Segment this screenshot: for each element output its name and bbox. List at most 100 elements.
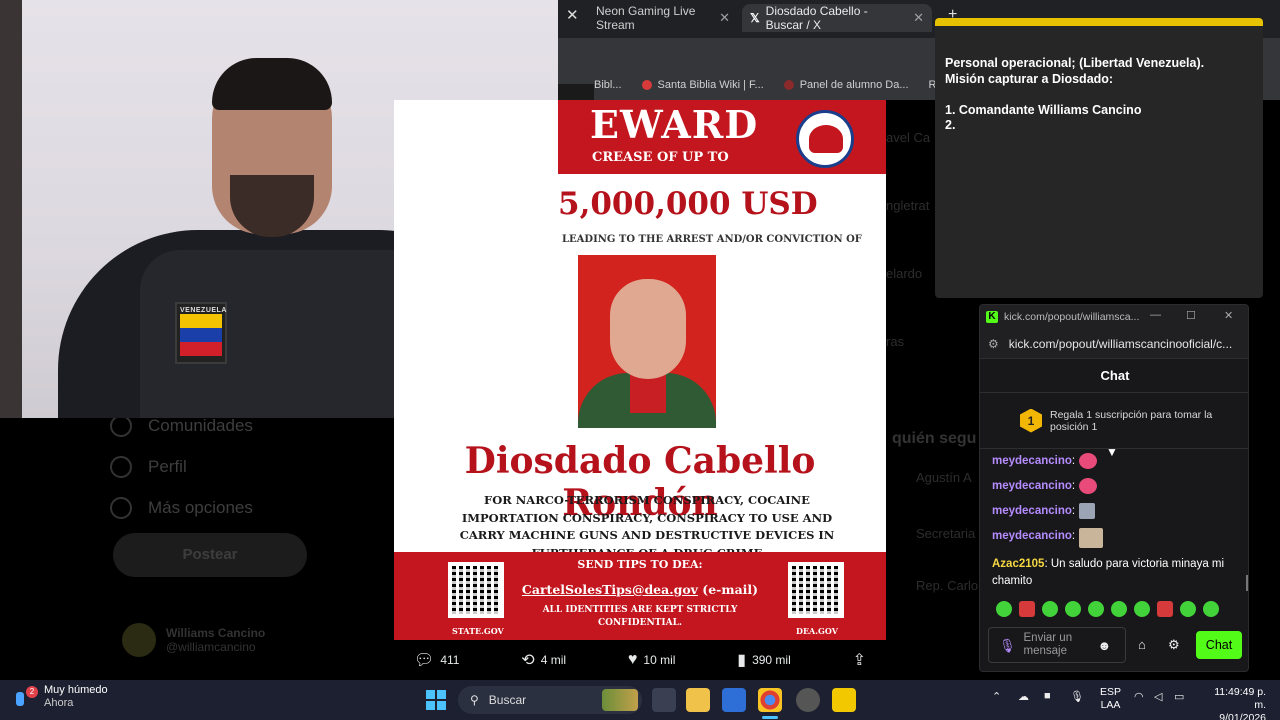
emote-icon [1079,478,1098,494]
file-explorer-icon[interactable] [686,688,710,712]
emote-icon[interactable] [1157,601,1173,617]
emote-icon[interactable] [996,601,1012,617]
search-label: Buscar [488,693,527,707]
chat-messages: meydecancino: meydecancino: meydecancino… [992,453,1242,598]
chat-input-placeholder: Enviar un mensaje [1023,632,1073,657]
repost-button[interactable]: ⟲ 4 mil [521,650,566,670]
bookmark-item[interactable]: Bibl... [594,79,622,91]
microphone-icon[interactable]: 🎙︎ [999,639,1016,652]
chrome-icon[interactable] [758,688,782,712]
start-button[interactable] [426,690,446,710]
share-button[interactable]: ⇪ [853,650,866,670]
chat-message: meydecancino: [992,503,1242,520]
nav-item-profile[interactable]: Perfil [110,446,370,487]
gear-icon[interactable]: ⚙ [1168,637,1180,653]
follow-suggestion[interactable]: Rep. Carlo [916,578,978,593]
search-highlight-image [602,689,638,711]
close-icon[interactable]: ✕ [1224,309,1233,322]
emoji-icon[interactable]: ☻ [1098,639,1112,652]
dea-seal-icon [796,110,854,168]
reward-poster-image[interactable]: EWARD CREASE OF UP TO 5,000,000 USD LEAD… [394,100,886,640]
bookmark-item[interactable]: Panel de alumno Da... [783,79,909,91]
tab-close-icon[interactable]: ✕ [719,10,730,26]
qr-label-left: STATE.GOV [452,626,504,636]
wifi-icon[interactable]: ◠ [1134,690,1144,703]
cloud-icon[interactable]: ☁ [1018,690,1029,703]
sticky-note-text[interactable]: Personal operacional; (Libertad Venezuel… [945,56,1255,134]
emote-icon[interactable] [1065,601,1081,617]
right-item: ras [886,334,905,349]
tab-close-icon[interactable]: ✕ [913,10,924,26]
like-button[interactable]: ♥ 10 mil [628,651,676,669]
nav-item-more[interactable]: Más opciones [110,487,370,528]
weather-sub: Ahora [44,697,74,709]
site-settings-icon[interactable]: ⚙ [988,337,999,351]
emote-icon[interactable] [1111,601,1127,617]
emote-icon [1079,453,1098,469]
taskbar-search[interactable]: ⚲ Buscar [458,686,642,714]
suspect-photo [578,255,716,428]
language-indicator[interactable]: ESP LAA [1100,686,1121,712]
views-button[interactable]: ▮ 390 mil [737,650,791,670]
send-chat-button[interactable]: Chat [1196,631,1242,659]
emote-icon[interactable] [1203,601,1219,617]
repost-count: 4 mil [540,653,567,667]
tab-diosdado-x[interactable]: 𝕏 Diosdado Cabello - Buscar / X ✕ [742,4,932,32]
profile-name: Williams Cancino [166,626,266,640]
more-icon [110,496,132,519]
chat-username[interactable]: meydecancino [992,478,1072,495]
clock[interactable]: 11:49:49 p. m. 9/01/2026 [1204,686,1266,720]
battery-icon[interactable]: ▭ [1174,690,1184,703]
task-view-icon[interactable] [652,688,676,712]
emote-icon[interactable] [1042,601,1058,617]
chat-username[interactable]: meydecancino [992,528,1072,545]
bookmark-item[interactable]: Santa Biblia Wiki | F... [641,79,764,91]
tips-email-suffix: (e-mail) [702,582,759,597]
maximize-icon[interactable]: ☐ [1186,309,1196,322]
obs-icon[interactable] [796,688,820,712]
reply-button[interactable]: 💬︎ 411 [414,650,459,670]
lang-layout: LAA [1100,699,1121,711]
poster-reward-title: EWARD [590,102,759,147]
speaker-icon[interactable]: ◁ [1154,690,1162,703]
weather-widget[interactable]: 2 Muy húmedo Ahora [16,684,108,710]
clock-date: 9/01/2026 [1219,712,1266,720]
account-switcher[interactable]: Williams Cancino @williamcancino [122,623,265,657]
emote-icon [1079,503,1096,519]
emote-icon[interactable] [1088,601,1104,617]
follow-suggestion[interactable]: Agustín A [916,470,972,485]
chat-username[interactable]: meydecancino [992,453,1072,470]
chat-message: meydecancino: [992,478,1242,495]
close-icon[interactable]: ✕ [566,6,579,24]
emote-icon[interactable] [1134,601,1150,617]
gift-sub-banner[interactable]: 1 Regala 1 suscripción para tomar la pos… [980,393,1248,449]
emote-icon[interactable] [1180,601,1196,617]
microphone-icon[interactable]: 🎙︎ [1070,690,1084,703]
minimize-icon[interactable]: — [1150,309,1161,321]
share-icon: ⇪ [852,652,866,669]
bar-chart-icon: ▮ [737,652,747,669]
qr-code-right [788,562,844,618]
weather-badge: 2 [26,686,38,698]
store-app-icon[interactable] [722,688,746,712]
store-icon[interactable]: ⌂ [1138,637,1146,652]
tab-neon-gaming[interactable]: Neon Gaming Live Stream ✕ [588,4,738,32]
address-bar[interactable]: ⚙ kick.com/popout/williamscancinooficial… [980,329,1248,359]
emote-icon [1079,528,1104,548]
poster-leading: LEADING TO THE ARREST AND/OR CONVICTION … [562,234,862,245]
chat-scrollbar[interactable] [1246,575,1248,591]
chat-username[interactable]: Azac2105 [992,558,1044,570]
quick-emotes-row [996,601,1219,617]
follow-suggestion[interactable]: Secretaria [916,526,975,541]
chat-input[interactable]: 🎙︎ Enviar un mensaje ☻ [988,627,1126,663]
emote-icon[interactable] [1019,601,1035,617]
app-tray-icon[interactable]: ■ [1044,690,1051,702]
sticky-notes-icon[interactable] [832,688,856,712]
chat-message: meydecancino: [992,453,1242,470]
gift-text: Regala 1 suscripción para tomar la posic… [1050,408,1213,433]
identities-note: ALL IDENTITIES ARE KEPT STRICTLY CONFIDE… [542,605,738,628]
post-button[interactable]: Postear [113,533,307,577]
chevron-up-icon[interactable]: ⌃ [992,690,1001,703]
chat-username[interactable]: meydecancino [992,503,1072,520]
sticky-note[interactable]: Personal operacional; (Libertad Venezuel… [935,18,1263,298]
